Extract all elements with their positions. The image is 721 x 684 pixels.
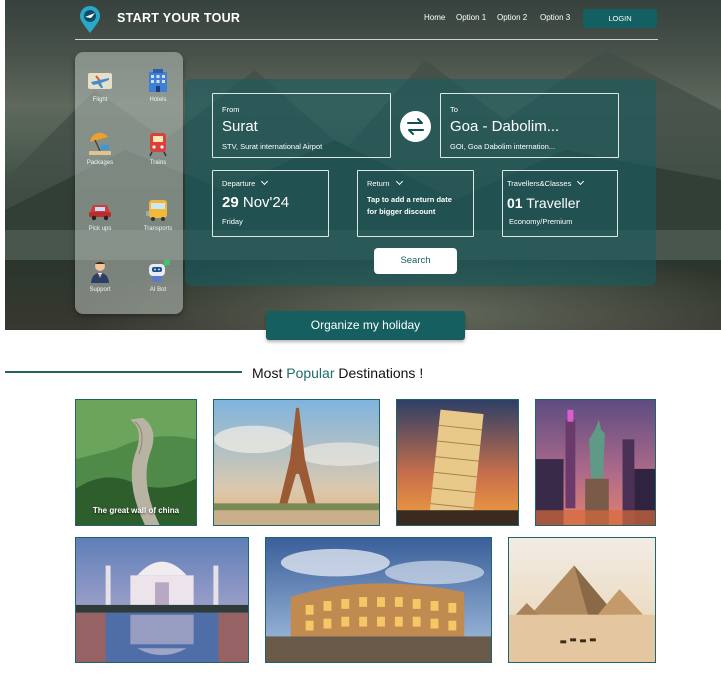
destination-card-pyramids[interactable] — [508, 537, 656, 663]
departure-field[interactable]: Departure 29 Nov'24 Friday — [212, 170, 329, 237]
from-label: From — [222, 105, 240, 114]
service-menu: Flight Hotels Packages Trains Pick ups T… — [75, 52, 183, 314]
bus-icon — [146, 200, 167, 221]
hotel-icon — [149, 69, 167, 92]
from-field[interactable]: From Surat STV, Surat international Airp… — [212, 93, 391, 158]
train-icon — [149, 133, 167, 157]
leaning-tower-pisa-photo — [397, 400, 518, 525]
section-divider — [5, 371, 242, 373]
from-city: Surat — [222, 118, 258, 135]
destination-card-eiffel[interactable] — [213, 399, 380, 526]
organize-holiday-button[interactable]: Organize my holiday — [266, 311, 465, 340]
return-hint: Tap to add a return date for bigger disc… — [367, 195, 452, 216]
departure-weekday: Friday — [222, 217, 243, 226]
travellers-class: Economy/Premium — [509, 217, 573, 226]
nav-home[interactable]: Home — [424, 13, 445, 22]
travellers-field[interactable]: Travellers&Classes 01 Traveller Economy/… — [502, 170, 618, 237]
to-label: To — [450, 105, 458, 114]
service-flight[interactable]: Flight — [75, 68, 125, 103]
destination-card-great-wall[interactable]: The great wall of china — [75, 399, 197, 526]
to-airport: GOI, Goa Dabolim internation... — [450, 142, 556, 151]
booking-panel: From Surat STV, Surat international Airp… — [185, 79, 656, 286]
nav-option-2[interactable]: Option 2 — [497, 13, 527, 22]
swap-button[interactable] — [400, 111, 431, 142]
departure-date: 29 Nov'24 — [222, 194, 290, 211]
support-agent-icon — [91, 261, 109, 283]
brand-title[interactable]: START YOUR TOUR — [117, 11, 240, 25]
service-pickups[interactable]: Pick ups — [75, 197, 125, 232]
service-label: Flight — [92, 97, 108, 103]
chevron-down-icon — [261, 177, 269, 186]
pyramids-photo — [509, 538, 655, 662]
beach-umbrella-icon — [89, 132, 111, 155]
destination-card-colosseum[interactable] — [265, 537, 492, 663]
chevron-down-icon — [577, 177, 585, 186]
from-airport: STV, Surat international Airpot — [222, 142, 323, 151]
colosseum-photo — [266, 538, 491, 662]
destinations-heading: Most Popular Destinations ! — [252, 365, 424, 381]
service-transports[interactable]: Transports — [133, 197, 183, 232]
taj-mahal-photo — [76, 538, 248, 662]
nav-option-3[interactable]: Option 3 — [540, 13, 570, 22]
destination-card-liberty[interactable] — [535, 399, 656, 526]
destination-caption: The great wall of china — [92, 506, 180, 515]
service-label: Transports — [143, 226, 173, 232]
logo-icon[interactable] — [78, 6, 102, 34]
service-label: AI Bot — [149, 287, 167, 293]
search-button[interactable]: Search — [374, 248, 457, 274]
statue-of-liberty-photo — [536, 400, 655, 525]
chevron-down-icon — [395, 177, 403, 186]
nav-option-1[interactable]: Option 1 — [456, 13, 486, 22]
departure-label: Departure — [222, 177, 269, 188]
destination-card-taj-mahal[interactable] — [75, 537, 249, 663]
service-label: Hotels — [149, 97, 167, 103]
swap-arrows-icon — [407, 118, 424, 135]
service-label: Pick ups — [88, 226, 112, 232]
car-icon — [89, 205, 111, 221]
robot-icon — [149, 260, 170, 282]
service-packages[interactable]: Packages — [75, 131, 125, 166]
nav-divider — [75, 39, 658, 40]
service-label: Trains — [149, 160, 167, 166]
eiffel-tower-photo — [214, 400, 379, 525]
service-label: Support — [89, 287, 111, 293]
to-city: Goa - Dabolim... — [450, 118, 560, 135]
service-trains[interactable]: Trains — [133, 131, 183, 166]
service-label: Packages — [86, 160, 114, 166]
service-hotels[interactable]: Hotels — [133, 68, 183, 103]
travellers-count: 01 Traveller — [507, 195, 581, 211]
login-button[interactable]: LOGIN — [583, 9, 657, 28]
return-label: Return — [367, 177, 403, 188]
plane-icon — [88, 73, 112, 89]
destination-card-pisa[interactable] — [396, 399, 519, 526]
return-field[interactable]: Return Tap to add a return date for bigg… — [357, 170, 474, 237]
service-support[interactable]: Support — [75, 258, 125, 293]
to-field[interactable]: To Goa - Dabolim... GOI, Goa Dabolim int… — [440, 93, 619, 158]
travellers-label: Travellers&Classes — [507, 177, 585, 188]
service-ai-bot[interactable]: AI Bot — [133, 258, 183, 293]
